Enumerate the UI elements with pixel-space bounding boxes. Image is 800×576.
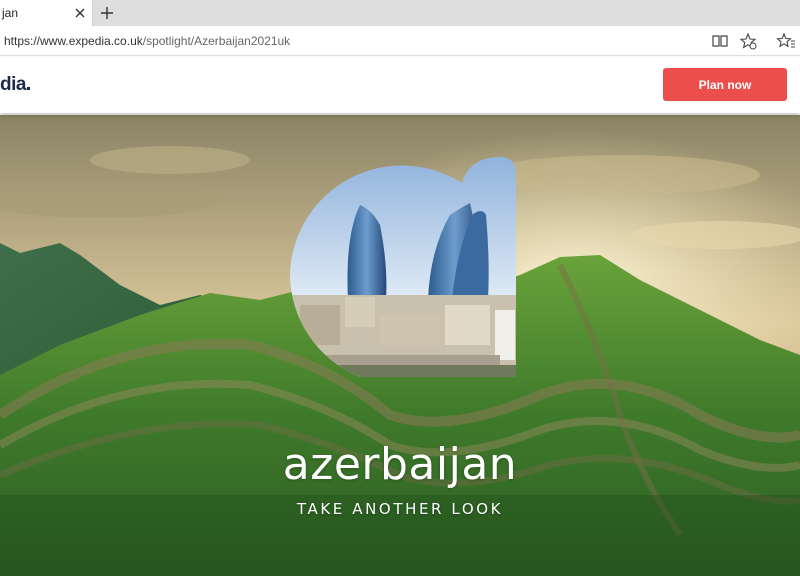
hero-banner: azerbaijan TAKE ANOTHER LOOK [0,115,800,576]
plan-now-button[interactable]: Plan now [663,68,787,101]
reading-view-icon[interactable] [710,31,730,51]
hero-subtitle: TAKE ANOTHER LOOK [296,500,504,518]
tab-strip: jan [0,0,800,26]
site-header: dia Plan now [0,57,800,113]
favorite-add-icon[interactable] [738,31,758,51]
url-host: https://www.expedia.co.uk [4,34,143,48]
logo-dot [26,87,30,90]
logo-text: dia [0,74,26,95]
browser-tab[interactable]: jan [0,0,93,26]
tab-title: jan [2,6,19,20]
hero-title: azerbaijan [282,439,518,490]
favorites-icon[interactable] [776,31,796,51]
site-logo[interactable]: dia [0,74,30,96]
close-icon[interactable] [73,6,87,20]
address-bar[interactable]: https://www.expedia.co.uk/spotlight/Azer… [0,26,800,56]
url-field[interactable]: https://www.expedia.co.uk/spotlight/Azer… [4,34,290,48]
plus-icon[interactable] [96,3,118,23]
url-path: /spotlight/Azerbaijan2021uk [142,34,291,48]
